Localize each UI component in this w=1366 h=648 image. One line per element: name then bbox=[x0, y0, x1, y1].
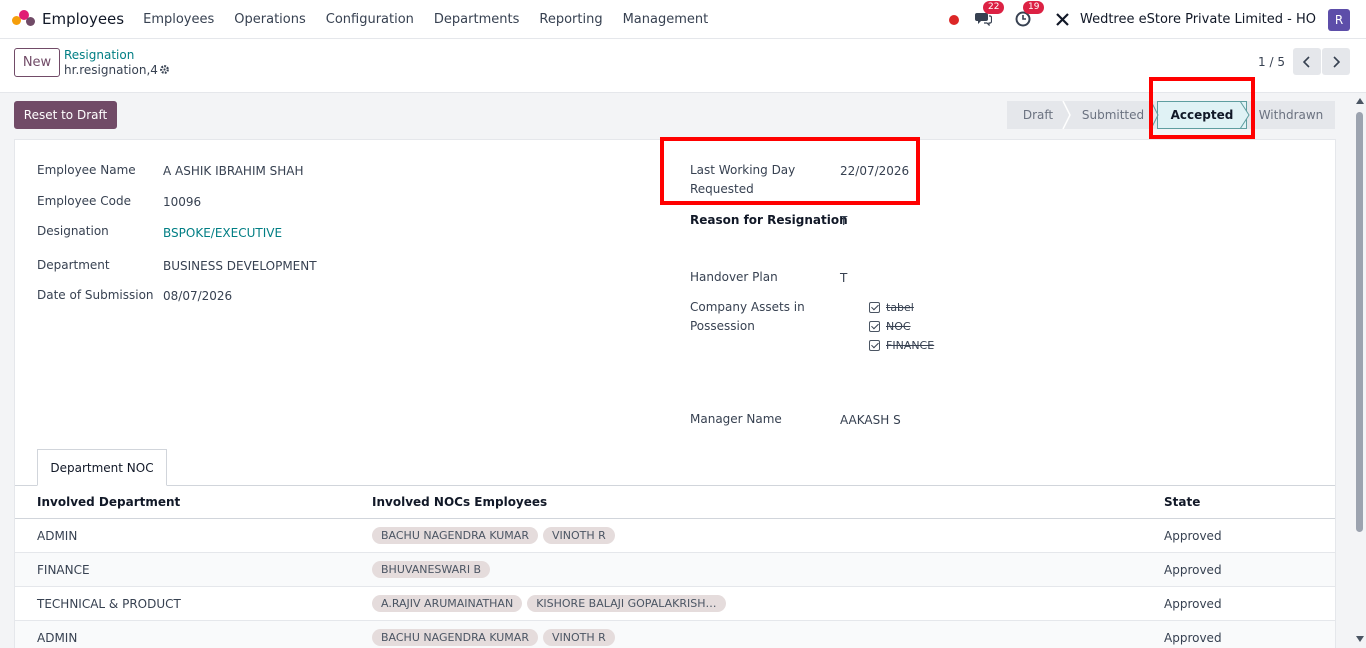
employee-tag: A.RAJIV ARUMAINATHAN bbox=[372, 595, 523, 612]
department-value[interactable]: BUSINESS DEVELOPMENT bbox=[163, 259, 317, 273]
employee-tags: A.RAJIV ARUMAINATHAN KISHORE BALAJI GOPA… bbox=[372, 595, 731, 612]
top-navbar: Employees Employees Operations Configura… bbox=[0, 0, 1366, 39]
menu-operations[interactable]: Operations bbox=[234, 12, 305, 27]
employee-name-label: Employee Name bbox=[37, 163, 136, 177]
checkbox-icon bbox=[869, 302, 880, 313]
employee-tags: BACHU NAGENDRA KUMAR VINOTH R bbox=[372, 629, 620, 646]
row-department: TECHNICAL & PRODUCT bbox=[37, 597, 181, 611]
asset-label: NOC bbox=[886, 320, 911, 333]
date-of-submission-value[interactable]: 08/07/2026 bbox=[163, 289, 232, 303]
table-header: Involved Department Involved NOCs Employ… bbox=[15, 486, 1335, 519]
row-state: Approved bbox=[1164, 631, 1222, 645]
navbar-systray: 22 19 Wedtree eStore Private Limited - H… bbox=[948, 0, 1366, 39]
highlight-last-working-day bbox=[660, 137, 920, 205]
table-row[interactable]: TECHNICAL & PRODUCT A.RAJIV ARUMAINATHAN… bbox=[15, 587, 1335, 621]
company-assets-label-line2: Possession bbox=[690, 319, 755, 333]
asset-noc-checkbox[interactable]: NOC bbox=[869, 320, 911, 333]
company-switcher[interactable]: Wedtree eStore Private Limited - HO bbox=[1080, 12, 1316, 27]
employee-code-value[interactable]: 10096 bbox=[163, 195, 201, 209]
menu-reporting[interactable]: Reporting bbox=[539, 12, 602, 27]
employee-tags: BACHU NAGENDRA KUMAR VINOTH R bbox=[372, 527, 620, 544]
employee-tag: BACHU NAGENDRA KUMAR bbox=[372, 629, 538, 646]
row-department: FINANCE bbox=[37, 563, 90, 577]
tab-department-noc[interactable]: Department NOC bbox=[37, 449, 167, 486]
designation-link[interactable]: BSPOKE/EXECUTIVE bbox=[163, 226, 282, 240]
manager-name-label: Manager Name bbox=[690, 412, 782, 426]
date-of-submission-label: Date of Submission bbox=[37, 288, 154, 302]
noc-table: Involved Department Involved NOCs Employ… bbox=[15, 486, 1335, 648]
menu-departments[interactable]: Departments bbox=[434, 12, 519, 27]
row-state: Approved bbox=[1164, 597, 1222, 611]
column-involved-nocs-employees[interactable]: Involved NOCs Employees bbox=[372, 495, 547, 509]
employee-tags: BHUVANESWARI B bbox=[372, 561, 495, 578]
pager-next-button[interactable] bbox=[1322, 48, 1350, 75]
row-department: ADMIN bbox=[37, 631, 78, 645]
tools-icon[interactable] bbox=[1055, 12, 1070, 27]
asset-tabel-checkbox[interactable]: tabel bbox=[869, 301, 914, 314]
checkbox-icon bbox=[869, 321, 880, 332]
menu-employees[interactable]: Employees bbox=[143, 12, 214, 27]
employee-tag: VINOTH R bbox=[542, 527, 615, 544]
table-row[interactable]: ADMIN BACHU NAGENDRA KUMAR VINOTH R Appr… bbox=[15, 621, 1335, 648]
checkbox-icon bbox=[869, 340, 880, 351]
table-row[interactable]: ADMIN BACHU NAGENDRA KUMAR VINOTH R Appr… bbox=[15, 519, 1335, 553]
employee-tag: KISHORE BALAJI GOPALAKRISH… bbox=[527, 595, 726, 612]
recording-indicator-icon[interactable] bbox=[948, 14, 959, 25]
row-department: ADMIN bbox=[37, 529, 78, 543]
employee-tag: BHUVANESWARI B bbox=[372, 561, 491, 578]
form-sheet: Employee Name A ASHIK IBRAHIM SHAH Emplo… bbox=[14, 139, 1336, 648]
row-state: Approved bbox=[1164, 529, 1222, 543]
messages-button[interactable]: 22 bbox=[974, 0, 1005, 29]
table-row[interactable]: FINANCE BHUVANESWARI B Approved bbox=[15, 553, 1335, 587]
asset-label: tabel bbox=[886, 301, 914, 314]
vertical-scrollbar-thumb[interactable] bbox=[1356, 112, 1363, 532]
reason-for-resignation-label: Reason for Resignation bbox=[690, 213, 848, 227]
column-state[interactable]: State bbox=[1164, 495, 1200, 509]
record-name: hr.resignation,4 bbox=[64, 63, 158, 77]
scroll-up-icon[interactable] bbox=[1356, 98, 1364, 104]
activities-button[interactable]: 19 bbox=[1015, 0, 1045, 29]
row-state: Approved bbox=[1164, 563, 1222, 577]
activities-count-badge: 19 bbox=[1022, 0, 1045, 14]
chevron-left-icon bbox=[1303, 55, 1310, 68]
scroll-down-icon[interactable] bbox=[1356, 636, 1364, 642]
chevron-right-icon bbox=[1333, 55, 1340, 68]
menu-configuration[interactable]: Configuration bbox=[326, 12, 414, 27]
designation-label: Designation bbox=[37, 224, 109, 238]
app-brand[interactable]: Employees bbox=[12, 10, 124, 28]
handover-plan-value[interactable]: T bbox=[840, 271, 847, 285]
messages-count-badge: 22 bbox=[982, 0, 1005, 14]
breadcrumb-resignation[interactable]: Resignation bbox=[64, 48, 134, 62]
app-name: Employees bbox=[42, 10, 125, 28]
employee-tag: VINOTH R bbox=[542, 629, 615, 646]
manager-name-value[interactable]: AAKASH S bbox=[840, 413, 901, 427]
reset-to-draft-button[interactable]: Reset to Draft bbox=[14, 101, 117, 129]
employees-app-icon bbox=[12, 10, 36, 28]
employee-code-label: Employee Code bbox=[37, 194, 131, 208]
menu-management[interactable]: Management bbox=[623, 12, 709, 27]
company-assets-label-line1: Company Assets in bbox=[690, 300, 805, 314]
handover-plan-label: Handover Plan bbox=[690, 270, 778, 284]
gear-icon[interactable] bbox=[159, 64, 170, 75]
asset-finance-checkbox[interactable]: FINANCE bbox=[869, 339, 934, 352]
pager-value[interactable]: 1 / 5 bbox=[1258, 55, 1285, 69]
highlight-accepted-stage bbox=[1149, 77, 1255, 139]
employee-tag: BACHU NAGENDRA KUMAR bbox=[372, 527, 538, 544]
employee-name-value[interactable]: A ASHIK IBRAHIM SHAH bbox=[163, 164, 304, 178]
pager-previous-button[interactable] bbox=[1293, 48, 1321, 75]
department-label: Department bbox=[37, 258, 110, 272]
main-menu: Employees Operations Configuration Depar… bbox=[143, 12, 728, 27]
reason-for-resignation-value[interactable]: T bbox=[840, 214, 847, 228]
asset-label: FINANCE bbox=[886, 339, 935, 352]
user-avatar[interactable]: R bbox=[1328, 8, 1350, 31]
column-involved-department[interactable]: Involved Department bbox=[37, 495, 180, 509]
new-button[interactable]: New bbox=[14, 48, 60, 77]
